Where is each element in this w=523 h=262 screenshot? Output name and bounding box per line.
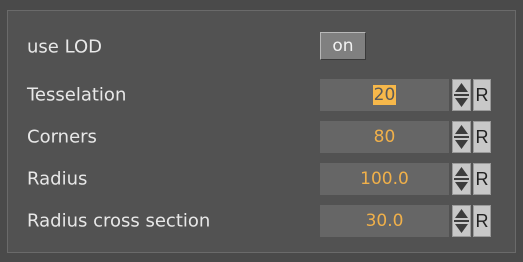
radius-cross-section-label: Radius cross section — [27, 210, 211, 232]
corners-label: Corners — [27, 126, 97, 148]
tesselation-row: Tesselation 20 R — [8, 77, 515, 113]
up-down-arrows-icon — [454, 83, 469, 107]
radius-spinner[interactable] — [452, 163, 471, 195]
tesselation-value: 20 — [372, 85, 397, 105]
radius-cross-section-row: Radius cross section 30.0 R — [8, 203, 515, 239]
up-down-arrows-icon — [454, 125, 469, 149]
radius-label: Radius — [27, 168, 88, 190]
radius-row: Radius 100.0 R — [8, 161, 515, 197]
corners-reset-button[interactable]: R — [473, 121, 491, 153]
radius-cross-section-input[interactable]: 30.0 — [320, 205, 449, 237]
use-lod-toggle[interactable]: on — [320, 32, 366, 60]
tesselation-input[interactable]: 20 — [320, 79, 449, 111]
properties-panel: use LOD on Tesselation 20 R Corners 80 R… — [7, 10, 516, 253]
use-lod-label: use LOD — [27, 36, 102, 58]
tesselation-spinner[interactable] — [452, 79, 471, 111]
use-lod-row: use LOD on — [8, 29, 515, 65]
radius-cross-section-reset-button[interactable]: R — [473, 205, 491, 237]
corners-row: Corners 80 R — [8, 119, 515, 155]
radius-reset-button[interactable]: R — [473, 163, 491, 195]
up-down-arrows-icon — [454, 209, 469, 233]
corners-spinner[interactable] — [452, 121, 471, 153]
corners-input[interactable]: 80 — [320, 121, 449, 153]
up-down-arrows-icon — [454, 167, 469, 191]
radius-cross-section-spinner[interactable] — [452, 205, 471, 237]
tesselation-reset-button[interactable]: R — [473, 79, 491, 111]
tesselation-label: Tesselation — [27, 84, 127, 106]
radius-input[interactable]: 100.0 — [320, 163, 449, 195]
